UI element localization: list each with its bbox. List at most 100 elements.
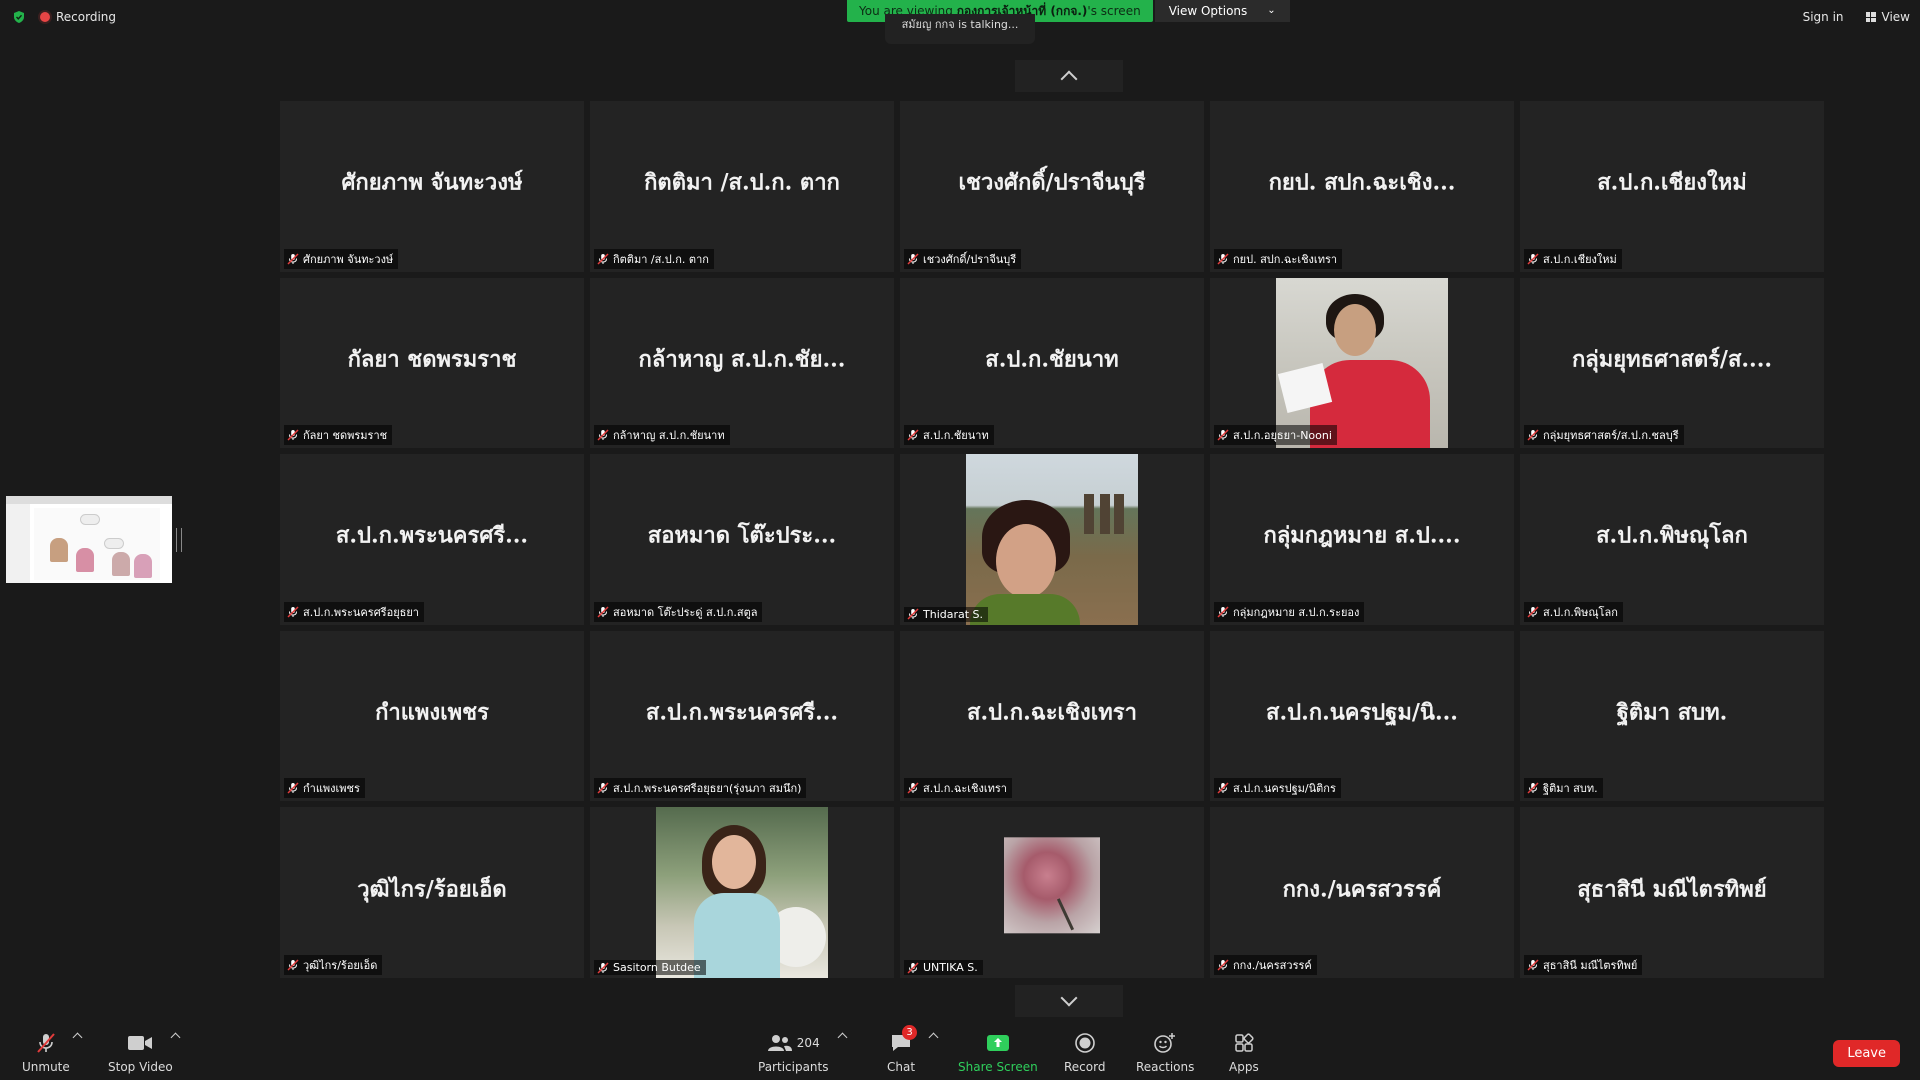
recording-indicator[interactable]: Recording xyxy=(40,10,116,24)
record-icon xyxy=(1074,1032,1096,1054)
slide-preview xyxy=(34,508,160,580)
participant-name-tag: เชวงศักดิ์/ปราจีนบุรี xyxy=(904,248,1022,269)
previous-page-button[interactable] xyxy=(1015,60,1123,92)
participant-tile[interactable]: กยป. สปก.ฉะเชิง... กยป. สปก.ฉะเชิงเทรา xyxy=(1210,101,1514,272)
participant-display-name: กลุ่มยุทธศาสตร์/ส.... xyxy=(1571,346,1773,373)
participant-name: ส.ป.ก.เชียงใหม่ xyxy=(1543,252,1617,266)
participant-tile[interactable]: ส.ป.ก.นครปฐม/นิ... ส.ป.ก.นครปฐม/นิติกร xyxy=(1210,630,1514,802)
next-page-button[interactable] xyxy=(1015,985,1123,1017)
participant-display-name: ส.ป.ก.นครปฐม/นิ... xyxy=(1266,699,1458,726)
participant-tile[interactable]: ส.ป.ก.อยุธยา-Nooni xyxy=(1210,277,1514,449)
participant-name: กยป. สปก.ฉะเชิงเทรา xyxy=(1233,252,1338,266)
participant-tile[interactable]: สอหมาด โต๊ะประ... สอหมาด โต๊ะประดู่ ส.ป.ก… xyxy=(590,454,894,625)
share-screen-button[interactable]: Share Screen xyxy=(958,1032,1038,1074)
participant-name: วุฒิไกร/ร้อยเอ็ด xyxy=(303,959,378,972)
participant-tile[interactable]: กลุ่มกฎหมาย ส.ป.... กลุ่มกฎหมาย ส.ป.ก.ระย… xyxy=(1210,454,1514,625)
mic-muted-icon xyxy=(287,782,299,794)
participant-tile[interactable]: กำแพงเพชร กำแพงเพชร xyxy=(280,630,584,802)
mic-muted-icon xyxy=(287,606,299,618)
recording-dot-icon xyxy=(40,12,50,22)
view-button[interactable]: View xyxy=(1865,10,1910,24)
stop-video-button[interactable]: Stop Video xyxy=(108,1032,173,1074)
participant-tile[interactable]: ส.ป.ก.พระนครศรี... ส.ป.ก.พระนครศรีอยุธยา(… xyxy=(590,630,894,802)
participant-display-name: ฐิติมา สบท. xyxy=(1616,699,1728,726)
mic-muted-icon xyxy=(907,608,919,620)
participant-name: Sasitorn Butdee xyxy=(613,961,701,974)
shield-check-icon[interactable] xyxy=(12,10,26,24)
mic-muted-icon xyxy=(1217,606,1229,618)
chevron-down-icon xyxy=(1060,989,1078,1007)
participant-name-tag: วุฒิไกร/ร้อยเอ็ด xyxy=(284,955,383,975)
view-options-button[interactable]: View Options ⌄ xyxy=(1154,0,1290,22)
recording-label: Recording xyxy=(56,10,117,24)
participant-tile[interactable]: Thidarat S. xyxy=(900,454,1204,625)
mic-muted-icon xyxy=(287,959,299,971)
participants-options-caret[interactable] xyxy=(837,1032,848,1043)
audio-options-caret[interactable] xyxy=(72,1032,83,1043)
active-speaker-indicator: สมัยญ กกจ is talking... xyxy=(885,14,1035,44)
participant-tile[interactable]: กลุ่มยุทธศาสตร์/ส.... กลุ่มยุทธศาสตร์/ส.ป… xyxy=(1520,277,1824,449)
participant-tile[interactable]: Sasitorn Butdee xyxy=(590,807,894,978)
participant-tile[interactable]: UNTIKA S. xyxy=(900,807,1204,978)
participant-tile[interactable]: กิตติมา /ส.ป.ก. ตาก กิตติมา /ส.ป.ก. ตาก xyxy=(590,101,894,272)
participant-tile[interactable]: สุธาสินี มณีไตรทิพย์ สุธาสินี มณีไตรทิพย์ xyxy=(1520,807,1824,978)
participant-name: ส.ป.ก.อยุธยา-Nooni xyxy=(1233,429,1332,443)
thumbnail-resize-handle[interactable] xyxy=(176,528,182,552)
participant-tile[interactable]: ฐิติมา สบท. ฐิติมา สบท. xyxy=(1520,630,1824,802)
mic-muted-icon xyxy=(597,429,609,441)
participant-display-name: ส.ป.ก.เชียงใหม่ xyxy=(1597,169,1747,196)
participant-name: ส.ป.ก.ชัยนาท xyxy=(923,429,989,443)
reactions-button[interactable]: Reactions xyxy=(1136,1032,1194,1074)
participant-name-tag: ส.ป.ก.เชียงใหม่ xyxy=(1524,248,1622,269)
leave-button[interactable]: Leave xyxy=(1833,1040,1900,1067)
mic-muted-icon xyxy=(597,961,609,974)
participant-display-name: กล้าหาญ ส.ป.ก.ชัย... xyxy=(638,346,846,373)
participant-display-name: กิตติมา /ส.ป.ก. ตาก xyxy=(644,169,840,196)
participant-display-name: กกง./นครสวรรค์ xyxy=(1282,875,1442,902)
participant-tile[interactable]: เชวงศักดิ์/ปราจีนบุรี เชวงศักดิ์/ปราจีนบุ… xyxy=(900,101,1204,272)
unmute-button[interactable]: Unmute xyxy=(22,1032,70,1074)
participant-video xyxy=(966,454,1138,625)
mic-muted-icon xyxy=(907,253,919,265)
participant-name-tag: ส.ป.ก.ฉะเชิงเทรา xyxy=(904,778,1012,799)
participant-name-tag: กำแพงเพชร xyxy=(284,778,365,799)
participants-button[interactable]: 204 Participants xyxy=(758,1032,829,1074)
participant-name: UNTIKA S. xyxy=(923,961,978,974)
participant-name-tag: ส.ป.ก.อยุธยา-Nooni xyxy=(1214,425,1337,446)
participant-tile[interactable]: ส.ป.ก.ฉะเชิงเทรา ส.ป.ก.ฉะเชิงเทรา xyxy=(900,630,1204,802)
chat-button[interactable]: 3 Chat xyxy=(887,1025,918,1074)
share-screen-icon xyxy=(986,1032,1010,1054)
sign-in-link[interactable]: Sign in xyxy=(1803,10,1844,24)
participant-tile[interactable]: กล้าหาญ ส.ป.ก.ชัย... กล้าหาญ ส.ป.ก.ชัยนาท xyxy=(590,277,894,449)
participant-name-tag: กิตติมา /ส.ป.ก. ตาก xyxy=(594,248,714,269)
participant-tile[interactable]: ส.ป.ก.เชียงใหม่ ส.ป.ก.เชียงใหม่ xyxy=(1520,101,1824,272)
participant-name-tag: Thidarat S. xyxy=(904,606,989,622)
participant-name-tag: ส.ป.ก.พระนครศรีอยุธยา(รุ่งนภา สมนึก) xyxy=(594,778,807,799)
mic-muted-icon xyxy=(1527,253,1539,265)
participant-display-name: สอหมาด โต๊ะประ... xyxy=(647,522,837,549)
shared-screen-thumbnail[interactable] xyxy=(6,496,172,583)
chat-options-caret[interactable] xyxy=(928,1032,939,1043)
record-button[interactable]: Record xyxy=(1064,1032,1105,1074)
participant-name: กัลยา ชดพรมราช xyxy=(303,429,388,443)
participant-tile[interactable]: ส.ป.ก.พิษณุโลก ส.ป.ก.พิษณุโลก xyxy=(1520,454,1824,625)
chevron-up-icon xyxy=(1060,70,1078,88)
participant-tile[interactable]: กัลยา ชดพรมราช กัลยา ชดพรมราช xyxy=(280,277,584,449)
participant-name: ส.ป.ก.พระนครศรีอยุธยา(รุ่งนภา สมนึก) xyxy=(613,782,802,796)
participant-name-tag: Sasitorn Butdee xyxy=(594,960,706,975)
participant-tile[interactable]: กกง./นครสวรรค์ กกง./นครสวรรค์ xyxy=(1210,807,1514,978)
participant-video xyxy=(656,807,828,978)
participant-tile[interactable]: ศักยภาพ จันทะวงษ์ ศักยภาพ จันทะวงษ์ xyxy=(280,101,584,272)
participant-tile[interactable]: วุฒิไกร/ร้อยเอ็ด วุฒิไกร/ร้อยเอ็ด xyxy=(280,807,584,978)
apps-button[interactable]: Apps xyxy=(1229,1032,1259,1074)
participant-name: ส.ป.ก.ฉะเชิงเทรา xyxy=(923,782,1007,796)
participant-name: สุธาสินี มณีไตรทิพย์ xyxy=(1543,959,1638,972)
mic-muted-icon xyxy=(1217,959,1229,971)
apps-icon xyxy=(1233,1032,1255,1054)
participant-tile[interactable]: ส.ป.ก.พระนครศรี... ส.ป.ก.พระนครศรีอยุธยา xyxy=(280,454,584,625)
participant-display-name: วุฒิไกร/ร้อยเอ็ด xyxy=(357,875,507,902)
mic-muted-icon xyxy=(597,253,609,265)
participant-display-name: ส.ป.ก.พิษณุโลก xyxy=(1596,522,1748,549)
participant-video xyxy=(1276,277,1448,449)
participant-tile[interactable]: ส.ป.ก.ชัยนาท ส.ป.ก.ชัยนาท xyxy=(900,277,1204,449)
